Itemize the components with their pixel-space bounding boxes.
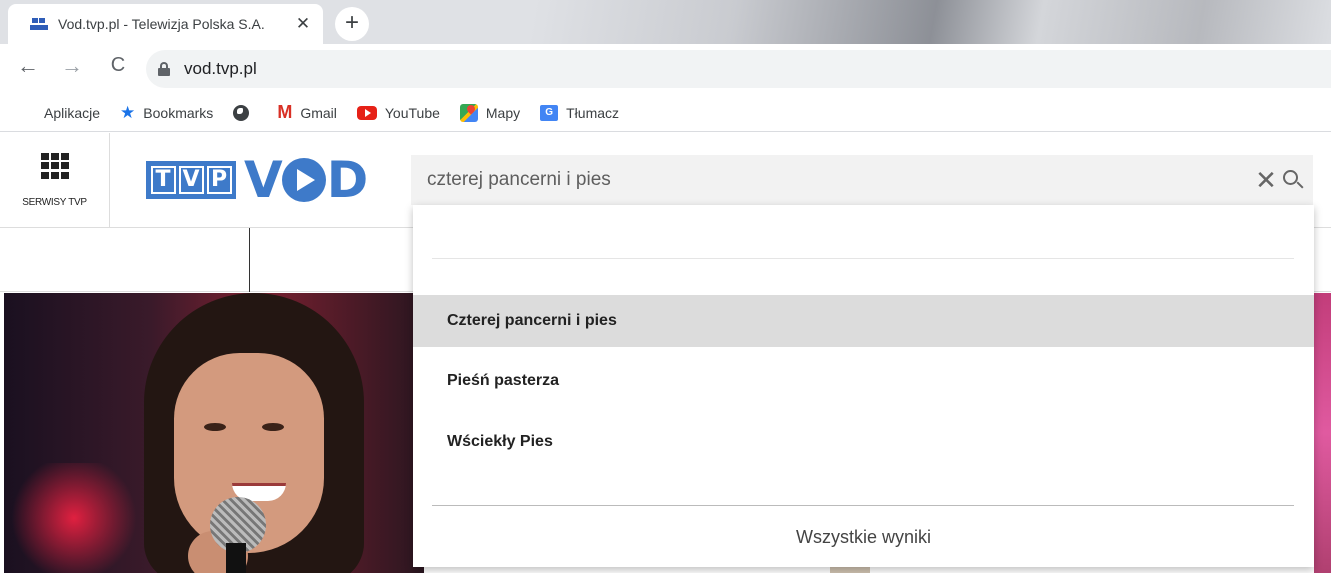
hero-image[interactable] — [4, 293, 424, 573]
bookmarks-bar: Aplikacje ★ Bookmarks M Gmail YouTube Ma… — [0, 94, 1331, 132]
logo-letter: P — [206, 166, 232, 194]
clear-icon[interactable]: ✕ — [1251, 165, 1281, 196]
play-icon — [281, 158, 326, 202]
bookmark-label: Bookmarks — [143, 104, 214, 121]
bookmark-bookmarks[interactable]: ★ Bookmarks — [120, 103, 213, 123]
search-suggestions-dropdown: Czterej pancerni i pies Pieśń pasterza W… — [413, 205, 1314, 567]
logo-letter: D — [326, 151, 368, 209]
bookmark-label: Mapy — [485, 104, 521, 121]
globe-icon — [233, 104, 250, 121]
hero-image-right[interactable] — [1314, 293, 1331, 573]
bookmark-apps[interactable]: Aplikacje — [20, 105, 100, 121]
bookmark-label: Tłumacz — [566, 104, 620, 121]
tvp-logo: T V P — [146, 161, 236, 199]
suggestion-item[interactable]: Wściekły Pies — [413, 416, 1314, 468]
tab-title: Vod.tvp.pl - Telewizja Polska S.A. — [58, 16, 265, 32]
star-icon: ★ — [120, 102, 136, 122]
logo-letter: V — [178, 166, 204, 194]
search-bar[interactable]: ✕ — [411, 155, 1313, 205]
gmail-icon: M — [277, 102, 293, 122]
bookmark-maps[interactable]: Mapy — [459, 103, 521, 122]
bookmark-globe[interactable] — [233, 104, 257, 121]
divider — [249, 228, 250, 292]
tvp-favicon-icon — [30, 16, 48, 32]
maps-icon — [459, 103, 478, 122]
all-results-link[interactable]: Wszystkie wyniki — [413, 507, 1314, 567]
browser-tab[interactable]: Vod.tvp.pl - Telewizja Polska S.A. ✕ — [8, 4, 323, 44]
forward-arrow-icon[interactable]: → — [58, 53, 86, 79]
suggestion-item[interactable]: Pieśń pasterza — [413, 355, 1314, 407]
translate-icon: G — [540, 104, 559, 121]
divider — [432, 505, 1294, 506]
search-input[interactable] — [427, 169, 1251, 191]
back-arrow-icon[interactable]: ← — [14, 53, 42, 79]
bookmark-label: Aplikacje — [44, 104, 101, 121]
tvp-vod-logo[interactable]: T V P V D — [146, 151, 368, 209]
suggestion-item[interactable]: Czterej pancerni i pies — [413, 295, 1314, 347]
search-icon[interactable] — [1281, 167, 1307, 193]
page-content: SERWISY TVP T V P V D ✕ — [0, 133, 1331, 573]
services-menu-button[interactable]: SERWISY TVP — [0, 133, 110, 228]
lock-icon[interactable] — [158, 62, 170, 76]
browser-toolbar: ← → C vod.tvp.pl — [0, 44, 1331, 94]
services-grid-icon — [40, 153, 69, 179]
divider — [432, 258, 1294, 259]
url-text[interactable]: vod.tvp.pl — [184, 59, 257, 79]
bookmark-translate[interactable]: G Tłumacz — [540, 104, 620, 121]
apps-grid-icon — [20, 105, 36, 121]
reload-icon[interactable]: C — [104, 54, 132, 77]
bookmark-label: YouTube — [384, 104, 440, 121]
address-bar[interactable]: vod.tvp.pl — [146, 50, 1331, 88]
bookmark-label: Gmail — [300, 104, 337, 121]
new-tab-button[interactable]: + — [335, 7, 369, 41]
services-label: SERWISY TVP — [22, 197, 87, 208]
logo-letter: V — [244, 151, 283, 209]
vod-logo: V D — [244, 151, 368, 209]
browser-tabstrip: Vod.tvp.pl - Telewizja Polska S.A. ✕ + — [0, 0, 1331, 44]
tab-close-icon[interactable]: ✕ — [293, 14, 313, 34]
logo-letter: T — [150, 166, 176, 194]
youtube-icon — [356, 105, 377, 120]
bookmark-youtube[interactable]: YouTube — [356, 104, 440, 121]
bookmark-gmail[interactable]: M Gmail — [277, 102, 337, 123]
